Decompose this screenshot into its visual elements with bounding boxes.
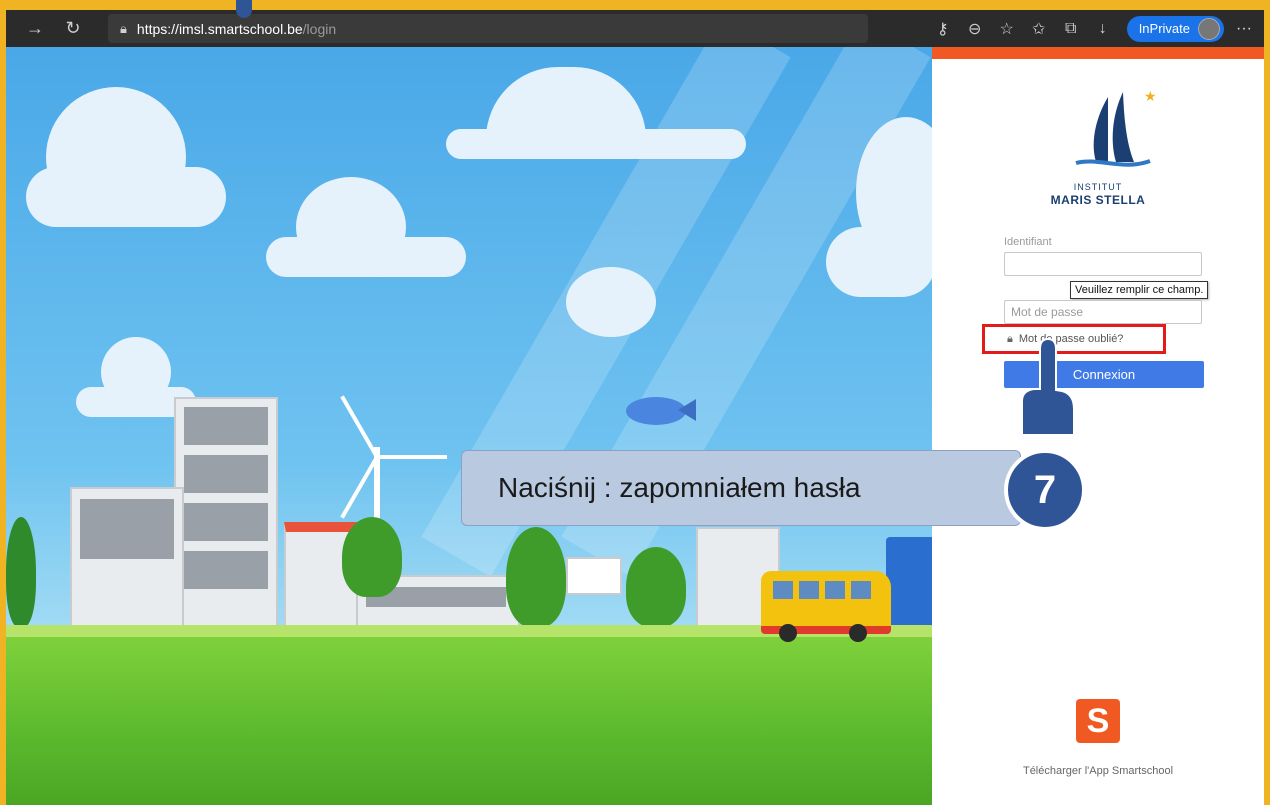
instruction-callout: Naciśnij : zapomniałem hasła [461, 450, 1021, 526]
pointing-hand-icon [1021, 337, 1075, 436]
pointer-marker [236, 0, 252, 18]
url-path: /login [302, 20, 337, 37]
inprivate-button[interactable]: InPrivate [1126, 15, 1224, 42]
accent-bar [932, 47, 1264, 59]
app-download-link[interactable]: Télécharger l'App Smartschool [932, 765, 1264, 777]
toolbar-actions: ⚷ ⊖ ☆ ✩ ⧉ ↓ InPrivate ··· [927, 10, 1256, 47]
browser-toolbar: → ↻ 🔒︎ https://imsl.smartschool.be/login… [6, 10, 1264, 47]
maris-stella-logo: ★ [1075, 89, 1157, 167]
key-icon[interactable]: ⚷ [927, 19, 959, 39]
grass-field [6, 637, 932, 805]
basketball-board [566, 557, 622, 595]
url-host: https://imsl.smartschool.be [136, 20, 303, 37]
forward-icon[interactable]: → [18, 18, 52, 39]
more-icon[interactable]: ··· [1232, 20, 1256, 38]
blimp [626, 397, 686, 425]
downloads-icon[interactable]: ↓ [1087, 20, 1119, 38]
identifiant-input[interactable] [1004, 252, 1202, 276]
tower-building [174, 397, 278, 631]
bus [761, 571, 891, 642]
refresh-icon[interactable]: ↻ [56, 18, 90, 39]
lock-icon[interactable]: 🔒︎ [120, 21, 127, 37]
callout-text: Naciśnij : zapomniałem hasła [498, 472, 861, 503]
collections-icon[interactable]: ⧉ [1055, 20, 1087, 38]
svg-text:★: ★ [1144, 89, 1157, 105]
smartschool-app-icon[interactable]: S [1076, 699, 1120, 743]
zoom-icon[interactable]: ⊖ [959, 19, 991, 39]
url-text: https://imsl.smartschool.be/login [137, 21, 336, 37]
left-building [70, 487, 184, 631]
identifiant-label: Identifiant [1004, 236, 1052, 248]
logo-line-2: MARIS STELLA [1050, 193, 1146, 207]
inprivate-label: InPrivate [1138, 21, 1190, 36]
favorites-icon[interactable]: ✩ [1023, 19, 1055, 39]
login-panel: ★ INSTITUT MARIS STELLA Identifiant Veui… [932, 47, 1264, 805]
logo-line-1: INSTITUT [1073, 182, 1123, 192]
password-input[interactable]: Mot de passe [1004, 300, 1202, 324]
avatar [1198, 17, 1220, 40]
lock-icon: 🔒︎ [1007, 332, 1013, 345]
address-bar[interactable]: 🔒︎ https://imsl.smartschool.be/login [108, 14, 868, 43]
favorite-add-icon[interactable]: ☆ [991, 19, 1023, 39]
step-number-badge: 7 [1004, 449, 1086, 531]
validation-tooltip: Veuillez remplir ce champ. [1070, 281, 1209, 299]
login-illustration [6, 47, 932, 805]
